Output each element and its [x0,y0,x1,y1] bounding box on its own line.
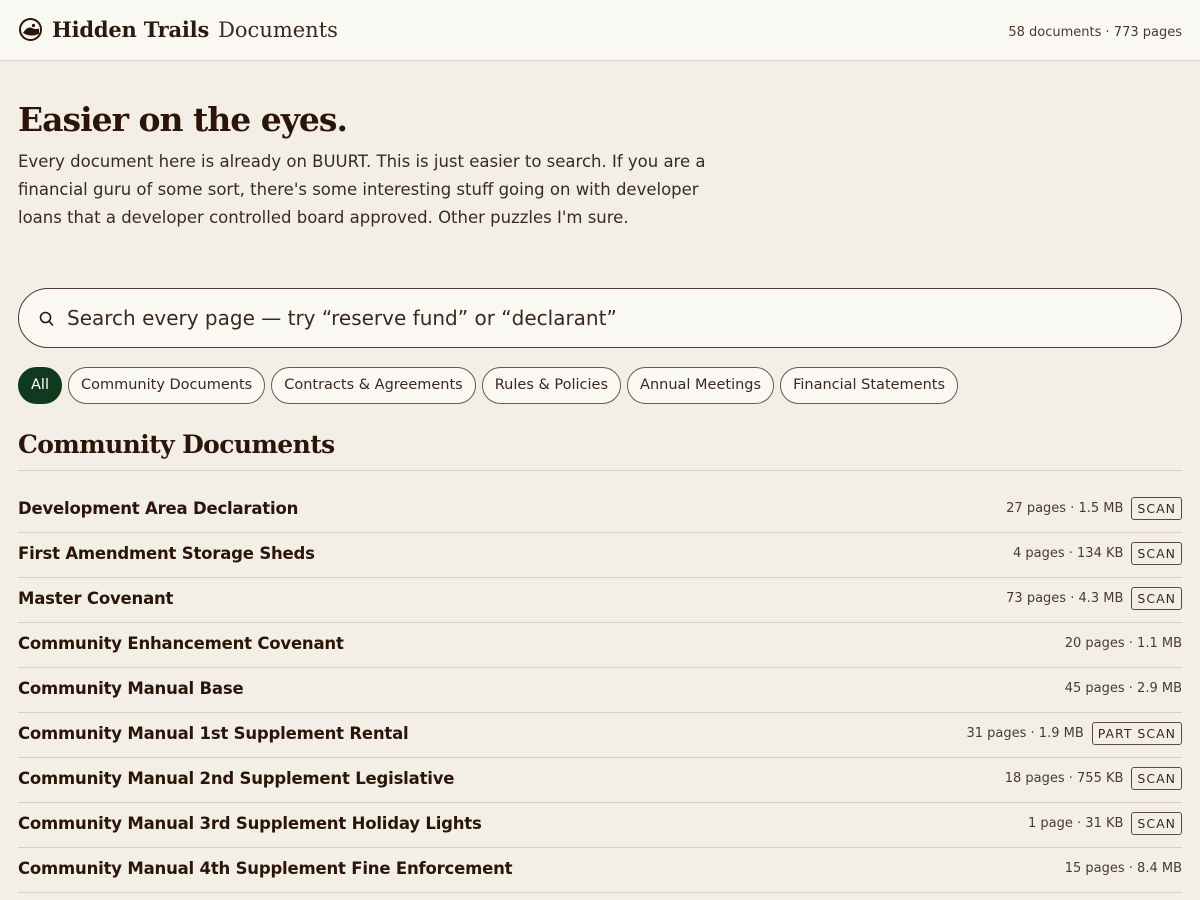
filter-financial-statements[interactable]: Financial Statements [780,367,959,404]
document-row[interactable]: First Amendment Storage Sheds 4 pages · … [18,533,1182,578]
document-list: Development Area Declaration 27 pages · … [18,488,1182,893]
search-input[interactable] [67,289,1167,347]
document-row[interactable]: Community Manual 3rd Supplement Holiday … [18,803,1182,848]
filter-community-documents[interactable]: Community Documents [67,367,266,404]
search-bar[interactable] [18,288,1182,348]
page-title: Easier on the eyes. [18,100,348,139]
scan-badge: SCAN [1131,497,1182,520]
document-meta: 1 page · 31 KB [1028,816,1124,831]
filter-rules-policies[interactable]: Rules & Policies [481,367,622,404]
document-meta: 15 pages · 8.4 MB [1064,861,1182,876]
document-row[interactable]: Community Manual 1st Supplement Rental 3… [18,713,1182,758]
document-row[interactable]: Master Covenant 73 pages · 4.3 MB SCAN [18,578,1182,623]
scan-badge: SCAN [1131,812,1182,835]
document-title[interactable]: Development Area Declaration [18,499,298,518]
filter-all[interactable]: All [18,367,62,404]
document-title[interactable]: Community Manual 4th Supplement Fine Enf… [18,859,513,878]
document-title[interactable]: Master Covenant [18,589,173,608]
scan-badge: SCAN [1131,587,1182,610]
document-title[interactable]: First Amendment Storage Sheds [18,544,315,563]
document-title[interactable]: Community Manual 3rd Supplement Holiday … [18,814,482,833]
document-meta: 27 pages · 1.5 MB [1006,501,1124,516]
document-row[interactable]: Community Enhancement Covenant 20 pages … [18,623,1182,668]
document-meta: 4 pages · 134 KB [1012,546,1124,561]
document-meta: 31 pages · 1.9 MB [966,726,1084,741]
part-scan-badge: PART SCAN [1091,722,1182,745]
document-title[interactable]: Community Manual 1st Supplement Rental [18,724,409,743]
section-divider [18,470,1182,471]
document-row[interactable]: Community Manual 4th Supplement Fine Enf… [18,848,1182,893]
filter-contracts-agreements[interactable]: Contracts & Agreements [271,367,476,404]
document-title[interactable]: Community Enhancement Covenant [18,634,344,653]
page-description: Every document here is already on BUURT.… [18,152,706,227]
document-row[interactable]: Community Manual Base 45 pages · 2.9 MB [18,668,1182,713]
filter-annual-meetings[interactable]: Annual Meetings [627,367,775,404]
document-meta: 18 pages · 755 KB [1004,771,1124,786]
brand-name: Hidden Trails [52,17,210,42]
top-bar: Hidden Trails Documents 58 documents · 7… [0,0,1200,61]
trail-logo-icon [19,18,42,41]
document-stats: 58 documents · 773 pages [1008,25,1182,40]
document-meta: 73 pages · 4.3 MB [1006,591,1124,606]
brand[interactable]: Hidden Trails Documents [18,17,338,42]
category-filters: All Community Documents Contracts & Agre… [18,367,964,404]
scan-badge: SCAN [1131,542,1182,565]
section-name: Documents [218,17,338,42]
scan-badge: SCAN [1131,767,1182,790]
document-title[interactable]: Community Manual Base [18,679,244,698]
document-meta: 20 pages · 1.1 MB [1064,636,1182,651]
document-title[interactable]: Community Manual 2nd Supplement Legislat… [18,769,454,788]
section-heading: Community Documents [18,430,335,459]
document-row[interactable]: Development Area Declaration 27 pages · … [18,488,1182,533]
document-meta: 45 pages · 2.9 MB [1064,681,1182,696]
search-icon [39,311,54,326]
document-row[interactable]: Community Manual 2nd Supplement Legislat… [18,758,1182,803]
